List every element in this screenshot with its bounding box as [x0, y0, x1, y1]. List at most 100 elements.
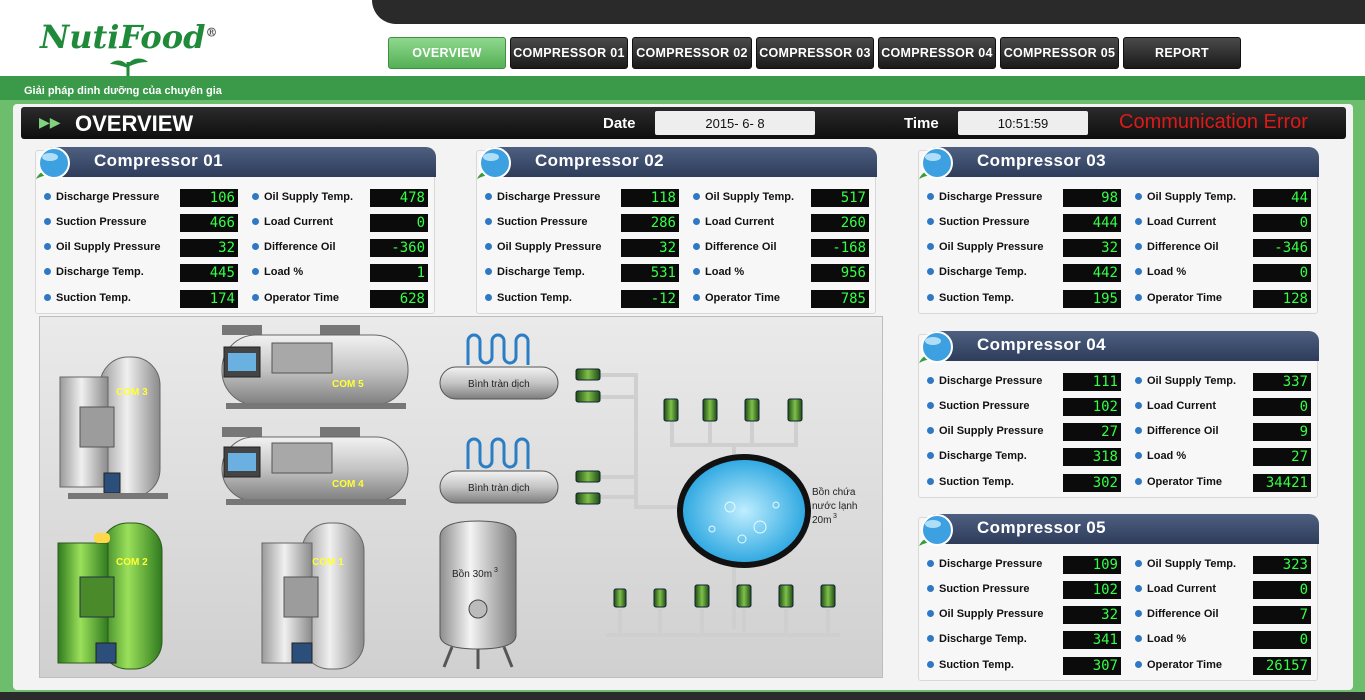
metric-value-discharge-temp: 318	[1063, 448, 1121, 466]
metric-value-load-pct: 0	[1253, 264, 1311, 282]
metric-value-discharge-temp: 531	[621, 264, 679, 282]
bullet-dot-icon	[927, 451, 934, 459]
bullet-dot-icon	[485, 293, 492, 301]
metric-label-text: Oil Supply Temp.	[1147, 375, 1237, 387]
bullet-dot-icon	[693, 192, 700, 200]
bullet-dot-icon	[1135, 634, 1142, 642]
bullet-dot-icon	[927, 634, 934, 642]
metric-label-oil-supply-temp: Oil Supply Temp.	[1135, 375, 1236, 387]
overview-title-bar: ▶▶ OVERVIEW Date 2015- 6- 8 Time 10:51:5…	[21, 107, 1346, 139]
bullet-dot-icon	[44, 293, 51, 301]
bullet-dot-icon	[252, 217, 259, 225]
nav-compressor-04[interactable]: COMPRESSOR 04	[878, 37, 996, 69]
metric-label-load-pct: Load %	[252, 266, 303, 278]
metric-label-text: Load %	[1147, 633, 1187, 645]
compressor-com1[interactable]: COM 1	[261, 522, 365, 670]
pump-icon[interactable]	[575, 368, 601, 381]
bullet-dot-icon	[1135, 217, 1142, 225]
metric-value-suction-temp: 302	[1063, 474, 1121, 492]
metric-value-suction-temp: 307	[1063, 657, 1121, 675]
pump-icon[interactable]	[820, 584, 836, 608]
metric-value-load-current: 0	[370, 214, 428, 232]
nav-overview[interactable]: OVERVIEW	[388, 37, 506, 69]
bullet-dot-icon	[44, 192, 51, 200]
nav-compressor-02[interactable]: COMPRESSOR 02	[632, 37, 752, 69]
pump-icon[interactable]	[736, 584, 752, 608]
page-title: OVERVIEW	[75, 111, 194, 136]
bullet-dot-icon	[485, 242, 492, 250]
metric-label-text: Oil Supply Temp.	[264, 191, 354, 203]
card-title: Compressor 04	[977, 335, 1106, 354]
bullet-dot-icon	[1135, 293, 1142, 301]
metric-label-suction-pressure: Suction Pressure	[927, 400, 1029, 412]
metric-label-text: Suction Pressure	[497, 216, 588, 228]
metric-label-load-pct: Load %	[693, 266, 744, 278]
nav-compressor-03[interactable]: COMPRESSOR 03	[756, 37, 874, 69]
bullet-dot-icon	[927, 242, 934, 250]
pump-icon[interactable]	[575, 390, 601, 403]
metric-value-oil-supply-pressure: 32	[1063, 239, 1121, 257]
compressor-card-01[interactable]: Compressor 01 Discharge Pressure 106 Suctio…	[35, 147, 436, 314]
metric-label-suction-pressure: Suction Pressure	[927, 216, 1029, 228]
bullet-dot-icon	[927, 559, 934, 567]
compressor-card-03[interactable]: Compressor 03 Discharge Pressure 98 Suction…	[918, 147, 1319, 314]
metric-value-discharge-temp: 442	[1063, 264, 1121, 282]
pump-icon[interactable]	[787, 398, 803, 422]
metric-value-suction-temp: 174	[180, 290, 238, 308]
metric-label-text: Difference Oil	[1147, 241, 1219, 253]
metric-value-discharge-pressure: 109	[1063, 556, 1121, 574]
metric-label-text: Oil Supply Temp.	[1147, 191, 1237, 203]
pump-icon[interactable]	[653, 588, 667, 608]
metric-label-suction-temp: Suction Temp.	[927, 292, 1014, 304]
compressor-com3[interactable]: COM 3	[59, 356, 168, 499]
metric-label-discharge-temp: Discharge Temp.	[485, 266, 585, 278]
metric-label-suction-pressure: Suction Pressure	[927, 583, 1029, 595]
metric-value-suction-pressure: 444	[1063, 214, 1121, 232]
bullet-dot-icon	[44, 242, 51, 250]
bullet-dot-icon	[1135, 426, 1142, 434]
metric-label-operator-time: Operator Time	[1135, 659, 1222, 671]
bullet-dot-icon	[927, 192, 934, 200]
metric-label-discharge-pressure: Discharge Pressure	[44, 191, 159, 203]
pump-icon[interactable]	[613, 588, 627, 608]
receiver-tank-1[interactable]: Bình tràn dịch	[439, 333, 559, 400]
nav-compressor-05[interactable]: COMPRESSOR 05	[1000, 37, 1119, 69]
metric-label-text: Suction Pressure	[56, 216, 147, 228]
receiver-1-label: Bình tràn dịch	[468, 379, 530, 390]
pump-icon[interactable]	[702, 398, 718, 422]
nav-report[interactable]: REPORT	[1123, 37, 1241, 69]
compressor-com5[interactable]: COM 5	[221, 325, 409, 409]
metric-label-text: Load Current	[1147, 583, 1217, 595]
compressor-com4[interactable]: COM 4	[221, 427, 409, 505]
metric-label-difference-oil: Difference Oil	[1135, 608, 1219, 620]
date-label: Date	[603, 115, 636, 132]
storage-tank-30m3[interactable]: Bồn 30m 3	[439, 520, 517, 669]
chilled-water-tank[interactable]: Bồn chứa nước lạnh 20m 3	[677, 454, 858, 568]
pump-icon[interactable]	[694, 584, 710, 608]
pump-icon[interactable]	[744, 398, 760, 422]
metric-label-text: Operator Time	[1147, 659, 1222, 671]
globe-icon	[36, 147, 70, 179]
nav-compressor-01[interactable]: COMPRESSOR 01	[510, 37, 628, 69]
metric-label-text: Load Current	[705, 216, 775, 228]
bullet-dot-icon	[1135, 559, 1142, 567]
metric-label-text: Difference Oil	[264, 241, 336, 253]
compressor-com2[interactable]: COM 2	[57, 522, 163, 670]
metric-value-discharge-temp: 445	[180, 264, 238, 282]
bullet-dot-icon	[927, 609, 934, 617]
bullet-dot-icon	[1135, 192, 1142, 200]
metric-label-text: Load Current	[1147, 216, 1217, 228]
compressor-card-02[interactable]: Compressor 02 Discharge Pressure 118 Suctio…	[476, 147, 877, 314]
metric-label-text: Discharge Temp.	[939, 633, 1027, 645]
pump-icon[interactable]	[575, 492, 601, 505]
compressor-card-04[interactable]: Compressor 04 Discharge Pressure 111 Suctio…	[918, 331, 1319, 498]
bullet-dot-icon	[1135, 376, 1142, 384]
pump-icon[interactable]	[778, 584, 794, 608]
bullet-dot-icon	[927, 660, 934, 668]
metric-value-operator-time: 628	[370, 290, 428, 308]
bullet-dot-icon	[927, 477, 934, 485]
receiver-tank-2[interactable]: Bình tràn dịch	[439, 437, 559, 504]
pump-icon[interactable]	[575, 470, 601, 483]
pump-icon[interactable]	[663, 398, 679, 422]
compressor-card-05[interactable]: Compressor 05 Discharge Pressure 109 Suctio…	[918, 514, 1319, 681]
